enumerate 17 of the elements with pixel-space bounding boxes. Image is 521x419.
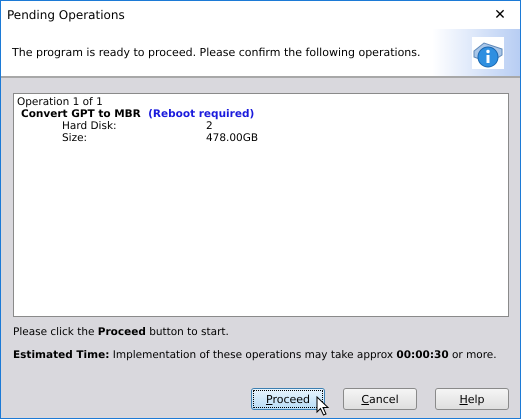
detail-label: Hard Disk:	[62, 120, 118, 132]
cursor-icon	[316, 396, 330, 416]
detail-value: 478.00GB	[206, 132, 258, 144]
instruction-text: Please click the Proceed button to start.	[13, 326, 230, 338]
info-icon	[472, 36, 504, 68]
close-button[interactable]: ✕	[480, 1, 520, 29]
operation-counter: Operation 1 of 1	[17, 96, 104, 108]
header-message: The program is ready to proceed. Please confirm the following operations.	[12, 46, 421, 59]
operation-title: Convert GPT to MBR	[21, 108, 141, 120]
estimate-text: Estimated Time: Implementation of these operations may take approx 00:00:30 or more.	[13, 349, 498, 361]
detail-label: Size:	[62, 132, 88, 144]
dialog-button[interactable]: Help	[435, 388, 509, 410]
detail-value: 2	[206, 120, 213, 132]
dialog-button[interactable]: Cancel	[343, 388, 417, 410]
window-title: Pending Operations	[7, 8, 125, 22]
dialog-button[interactable]: Proceed	[251, 388, 325, 410]
reboot-note: (Reboot required)	[148, 108, 254, 120]
